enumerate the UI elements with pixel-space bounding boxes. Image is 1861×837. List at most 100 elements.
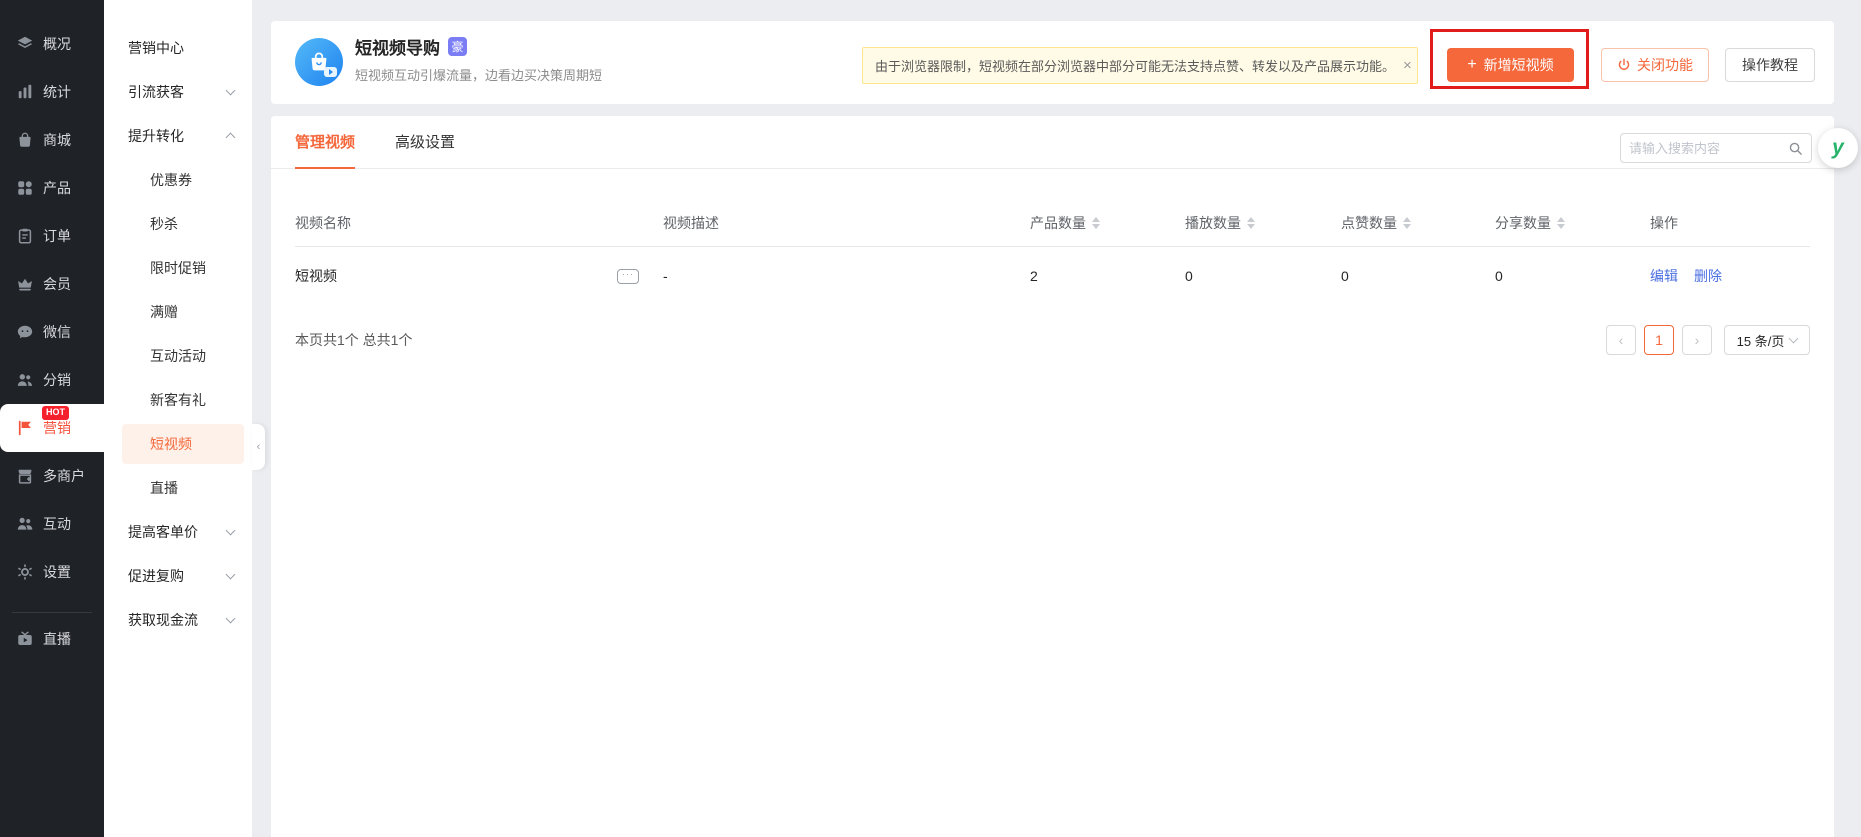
submenu-new-customer-gift[interactable]: 新客有礼 [104, 378, 252, 422]
sort-icon[interactable] [1247, 216, 1255, 229]
sort-icon[interactable] [1092, 216, 1100, 229]
search-icon[interactable] [1788, 141, 1803, 156]
add-short-video-button[interactable]: + 新增短视频 [1447, 48, 1574, 82]
sidebar-item-wechat[interactable]: 微信 [0, 308, 104, 356]
sidebar-item-label: 订单 [43, 228, 71, 244]
prev-page-button[interactable]: ‹ [1606, 325, 1636, 355]
crown-icon [18, 278, 32, 291]
sidebar-item-overview[interactable]: 概况 [0, 20, 104, 68]
plan-badge: 豪 [448, 37, 467, 56]
col-product-count[interactable]: 产品数量 [1030, 213, 1185, 233]
sidebar-item-interaction[interactable]: 互动 [0, 500, 104, 548]
row-actions: 编辑 删除 [1650, 266, 1810, 286]
sidebar-item-product[interactable]: 产品 [0, 164, 104, 212]
page-number-1[interactable]: 1 [1644, 325, 1674, 355]
page-size-value: 15 条/页 [1736, 333, 1785, 349]
sidebar-item-mall[interactable]: 商城 [0, 116, 104, 164]
col-play-count[interactable]: 播放数量 [1185, 213, 1341, 233]
layers-icon [17, 36, 33, 48]
table-row: 短视频 ··· - 2 0 0 0 编辑 删除 [295, 247, 1810, 305]
submenu-repurchase[interactable]: 促进复购 [104, 554, 252, 598]
play-count-cell: 0 [1185, 268, 1193, 284]
tab-advanced-settings[interactable]: 高级设置 [395, 116, 455, 169]
submenu-label: 获取现金流 [128, 612, 198, 628]
sidebar-item-statistics[interactable]: 统计 [0, 68, 104, 116]
hot-badge: HOT [42, 406, 69, 420]
live-tv-icon [18, 631, 32, 645]
assistant-logo: y [1832, 136, 1844, 159]
submenu-cash-flow[interactable]: 获取现金流 [104, 598, 252, 642]
search-input[interactable] [1621, 140, 1788, 156]
delete-link[interactable]: 删除 [1694, 266, 1722, 286]
clipboard-icon [18, 228, 32, 244]
more-dots-icon[interactable]: ··· [617, 268, 639, 284]
submenu-label: 限时促销 [150, 260, 206, 276]
close-icon[interactable]: × [1395, 57, 1412, 74]
power-icon [1618, 58, 1630, 70]
sidebar-item-live[interactable]: 直播 [0, 615, 104, 663]
tab-label: 高级设置 [395, 134, 456, 151]
tab-manage-videos[interactable]: 管理视频 [295, 116, 356, 169]
sidebar-item-label: 直播 [43, 631, 71, 647]
submenu-label: 提高客单价 [128, 524, 198, 540]
submenu-raise-order-value[interactable]: 提高客单价 [104, 510, 252, 554]
submenu-marketing-center[interactable]: 营销中心 [104, 26, 252, 70]
interaction-people-icon [17, 517, 33, 530]
sidebar-item-order[interactable]: 订单 [0, 212, 104, 260]
submenu-live[interactable]: 直播 [104, 466, 252, 510]
tutorial-button-label: 操作教程 [1742, 57, 1798, 73]
product-count-cell: 2 [1030, 268, 1038, 284]
pagination-summary: 本页共1个 总共1个 [295, 332, 413, 348]
sidebar-item-marketing[interactable]: HOT 营销 [0, 404, 104, 452]
submenu-traffic-acquisition[interactable]: 引流获客 [104, 70, 252, 114]
col-like-count[interactable]: 点赞数量 [1341, 213, 1495, 233]
sidebar-item-label: 商城 [43, 132, 71, 148]
sidebar-item-distribution[interactable]: 分销 [0, 356, 104, 404]
next-page-button[interactable]: › [1682, 325, 1712, 355]
secondary-sidebar: 营销中心 引流获客 提升转化 优惠券 秒杀 限时促销 满赠 互动活动 新客有礼 … [104, 0, 252, 837]
sidebar-item-label: 产品 [43, 180, 71, 196]
like-count-cell: 0 [1341, 268, 1349, 284]
next-chevron-icon: › [1694, 332, 1700, 348]
col-share-count[interactable]: 分享数量 [1495, 213, 1650, 233]
content-card: 管理视频 高级设置 视频名称 视频描述 产品数量 播放数量 点赞数量 分享数量 … [271, 116, 1834, 837]
submenu-gift-with-purchase[interactable]: 满赠 [104, 290, 252, 334]
plus-icon: + [1467, 56, 1477, 73]
submenu-label: 营销中心 [128, 40, 184, 56]
submenu-label: 互动活动 [150, 348, 206, 364]
pagination-controls: ‹ 1 › 15 条/页 [1606, 325, 1810, 355]
submenu-flash-sale[interactable]: 秒杀 [104, 202, 252, 246]
people-icon [17, 374, 33, 386]
sort-icon[interactable] [1403, 216, 1411, 229]
sidebar-item-member[interactable]: 会员 [0, 260, 104, 308]
sidebar-item-settings[interactable]: 设置 [0, 548, 104, 596]
sidebar-item-multi-merchant[interactable]: 多商户 [0, 452, 104, 500]
share-count-cell: 0 [1495, 268, 1503, 284]
video-name: 短视频 [295, 268, 337, 284]
submenu-label: 短视频 [150, 436, 192, 452]
tutorial-button[interactable]: 操作教程 [1725, 48, 1815, 82]
sort-icon[interactable] [1557, 216, 1565, 229]
sidebar-item-label: 互动 [43, 516, 71, 532]
sidebar-item-label: 分销 [43, 372, 71, 388]
search-box [1620, 133, 1812, 163]
submenu-coupon[interactable]: 优惠券 [104, 158, 252, 202]
page-header-card: 短视频导购 豪 短视频互动引爆流量，边看边买决策周期短 由于浏览器限制，短视频在… [271, 21, 1834, 104]
edit-link[interactable]: 编辑 [1650, 266, 1678, 286]
sidebar-collapse-handle[interactable]: ‹ [252, 424, 265, 470]
sidebar-item-label: 会员 [43, 276, 71, 292]
table-header-row: 视频名称 视频描述 产品数量 播放数量 点赞数量 分享数量 操作 [295, 199, 1810, 247]
submenu-label: 提升转化 [128, 128, 184, 144]
page-size-select[interactable]: 15 条/页 [1724, 325, 1810, 355]
collapse-chevron-icon: ‹ [256, 441, 261, 453]
submenu-limited-time-promo[interactable]: 限时促销 [104, 246, 252, 290]
floating-assistant-widget[interactable]: y [1818, 128, 1858, 168]
chevron-down-icon [225, 525, 236, 536]
disable-feature-button[interactable]: 关闭功能 [1601, 48, 1709, 82]
sidebar-item-label: 多商户 [43, 468, 85, 484]
tab-bar: 管理视频 高级设置 [271, 116, 1834, 169]
sidebar-item-label: 设置 [43, 564, 71, 580]
submenu-short-video[interactable]: 短视频 [122, 424, 244, 464]
submenu-interactive-activity[interactable]: 互动活动 [104, 334, 252, 378]
submenu-boost-conversion[interactable]: 提升转化 [104, 114, 252, 158]
